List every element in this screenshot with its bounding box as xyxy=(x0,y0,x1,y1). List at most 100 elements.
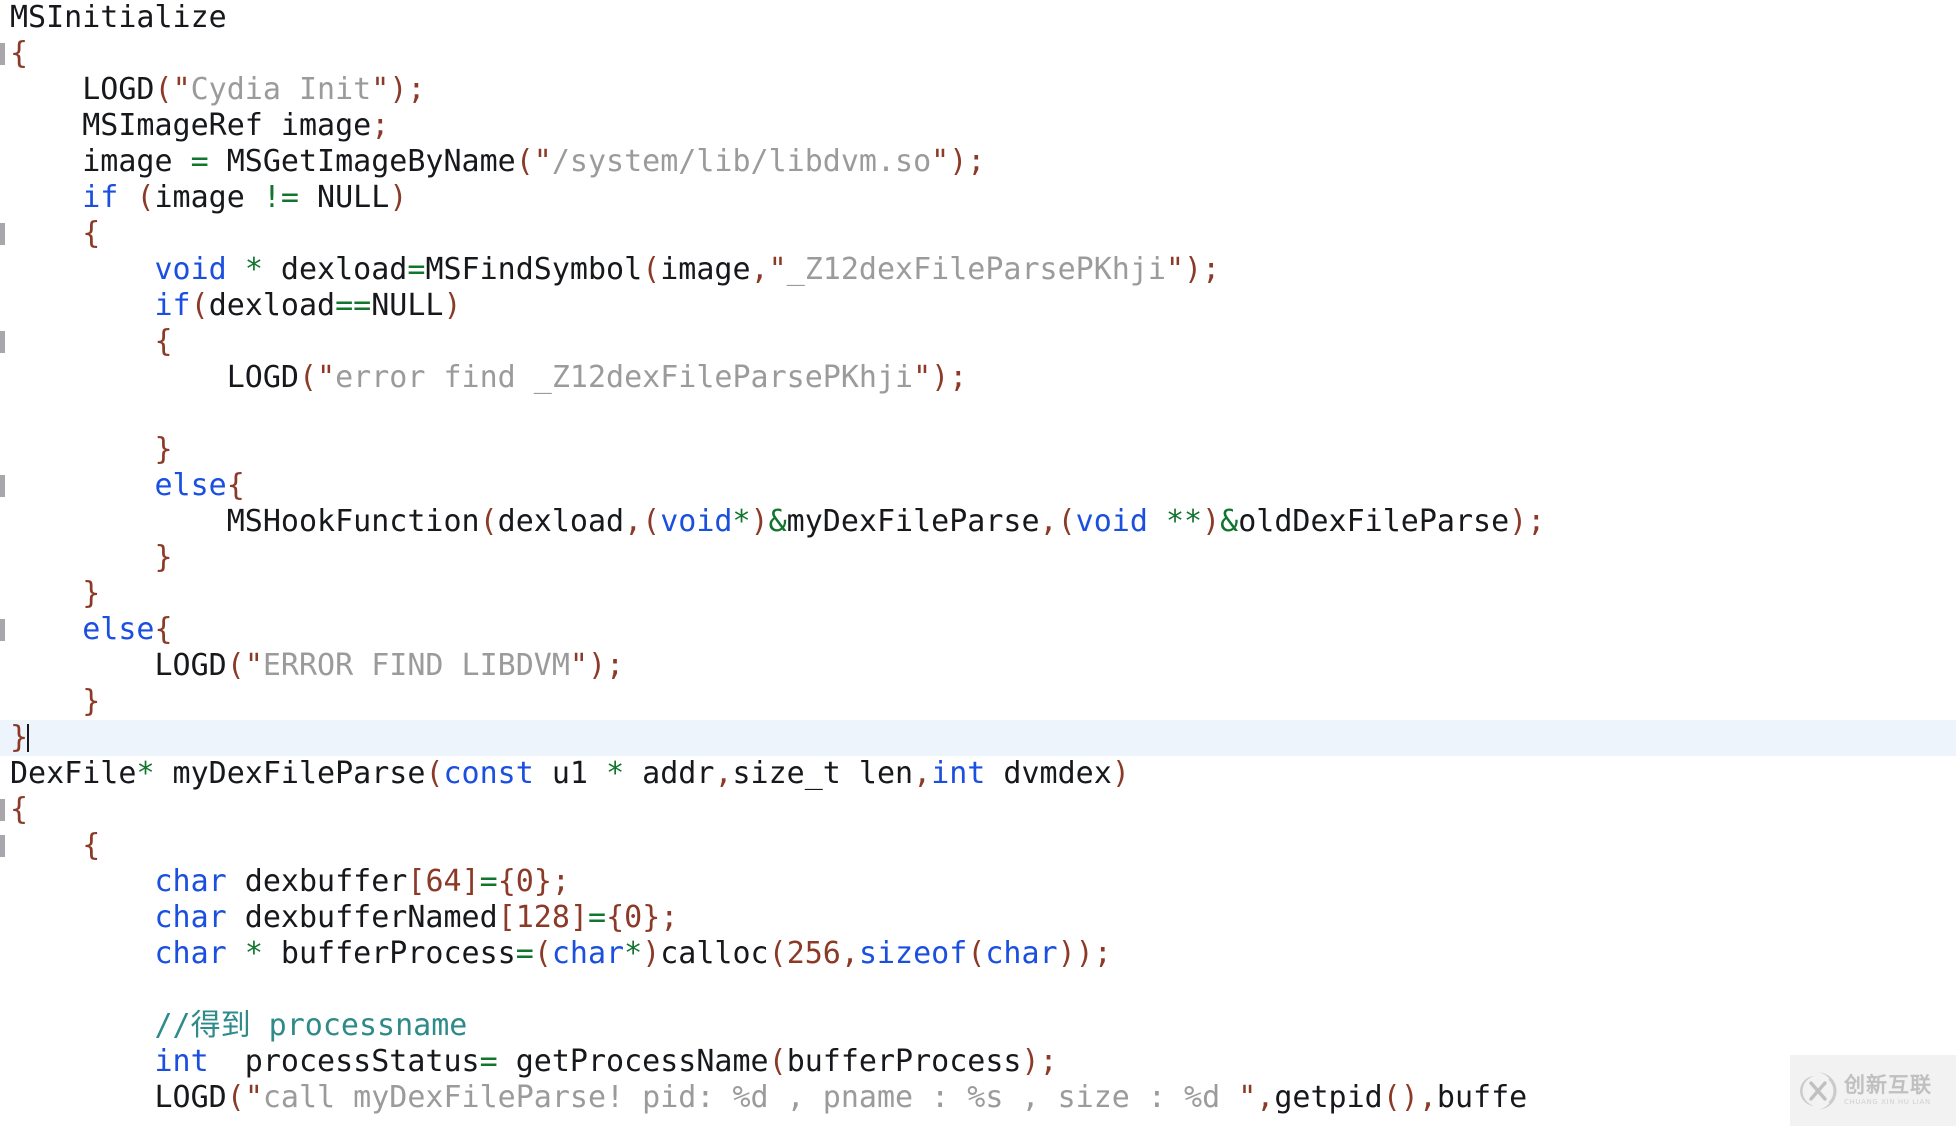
code-line[interactable]: MSImageRef image; xyxy=(0,108,1956,144)
code-token-punct: ); xyxy=(1021,1044,1058,1079)
code-line[interactable]: { xyxy=(0,216,1956,252)
code-token-plain: NULL xyxy=(299,180,390,215)
code-line[interactable]: char dexbuffer[64]={0}; xyxy=(0,864,1956,900)
code-line[interactable]: } xyxy=(0,576,1956,612)
code-token-punct: , xyxy=(714,756,733,791)
code-line[interactable]: LOGD("call myDexFileParse! pid: %d , pna… xyxy=(0,1080,1956,1116)
code-fold-marker-icon[interactable] xyxy=(0,223,5,245)
code-token-punct: ] xyxy=(461,864,480,899)
code-token-punct: ) xyxy=(389,180,408,215)
code-token-plain: dexbuffer xyxy=(226,864,408,899)
code-token-plain: NULL xyxy=(371,288,444,323)
code-token-punct: ( xyxy=(967,936,986,971)
code-token-op: * xyxy=(606,756,625,791)
code-line[interactable]: } xyxy=(0,684,1956,720)
code-token-punct: " xyxy=(569,648,588,683)
code-line[interactable]: { xyxy=(0,36,1956,72)
code-fold-marker-icon[interactable] xyxy=(0,799,5,821)
code-token-punct: ,( xyxy=(1039,504,1076,539)
code-fold-marker-icon[interactable] xyxy=(0,475,5,497)
code-line[interactable]: int processStatus= getProcessName(buffer… xyxy=(0,1044,1956,1080)
code-token-punct: , xyxy=(840,936,859,971)
code-fold-marker-icon[interactable] xyxy=(0,43,5,65)
code-token-plain: LOGD xyxy=(10,1080,227,1115)
code-line[interactable]: MSInitialize xyxy=(0,0,1956,36)
code-line[interactable]: { xyxy=(0,792,1956,828)
code-token-punct: ) xyxy=(443,288,462,323)
text-caret xyxy=(27,724,30,752)
code-token-kw: sizeof xyxy=(858,936,968,971)
code-token-punct: , xyxy=(1418,1080,1437,1115)
code-token-punct: ] xyxy=(569,900,588,935)
code-token-kw: int xyxy=(154,1044,209,1079)
code-line[interactable]: char * bufferProcess=(char*)calloc(256,s… xyxy=(0,936,1956,972)
code-token-punct: ) xyxy=(750,504,769,539)
code-line[interactable]: MSHookFunction(dexload,(void*)&myDexFile… xyxy=(0,504,1956,540)
code-line[interactable]: } xyxy=(0,432,1956,468)
code-line[interactable]: } xyxy=(0,540,1956,576)
code-token-punct: ( xyxy=(533,936,552,971)
code-line[interactable]: { xyxy=(0,324,1956,360)
code-line[interactable] xyxy=(0,396,1956,432)
code-token-kw: else xyxy=(82,612,155,647)
code-token-punct: { xyxy=(10,792,29,827)
code-token-punct: { xyxy=(82,216,101,251)
code-token-punct: () xyxy=(1382,1080,1419,1115)
code-line[interactable] xyxy=(0,972,1956,1008)
code-token-str: call myDexFileParse! pid: %d , pname : %… xyxy=(262,1080,1239,1115)
code-token-op: * xyxy=(244,936,263,971)
code-line[interactable]: if (image != NULL) xyxy=(0,180,1956,216)
code-line[interactable]: void * dexload=MSFindSymbol(image,"_Z12d… xyxy=(0,252,1956,288)
code-fold-marker-icon[interactable] xyxy=(0,331,5,353)
code-token-punct: " xyxy=(244,1080,263,1115)
code-token-punct: { xyxy=(606,900,625,935)
code-token-punct: { xyxy=(10,36,29,71)
code-line[interactable]: else{ xyxy=(0,468,1956,504)
code-text-area[interactable]: MSInitialize{ LOGD("Cydia Init"); MSImag… xyxy=(0,0,1956,1126)
code-token-punct: ( xyxy=(425,756,444,791)
code-token-punct: " xyxy=(1238,1080,1257,1115)
code-line[interactable]: image = MSGetImageByName("/system/lib/li… xyxy=(0,144,1956,180)
code-token-op: = xyxy=(479,1044,498,1079)
code-token-plain: image xyxy=(660,252,751,287)
code-token-plain: getProcessName xyxy=(497,1044,769,1079)
code-line[interactable]: LOGD("Cydia Init"); xyxy=(0,72,1956,108)
code-fold-marker-icon[interactable] xyxy=(0,835,5,857)
code-line[interactable]: { xyxy=(0,828,1956,864)
code-line[interactable]: if(dexload==NULL) xyxy=(0,288,1956,324)
code-fold-marker-icon[interactable] xyxy=(0,619,5,641)
code-token-punct: " xyxy=(913,360,932,395)
code-editor[interactable]: MSInitialize{ LOGD("Cydia Init"); MSImag… xyxy=(0,0,1956,1126)
code-token-op: = xyxy=(515,936,534,971)
code-line[interactable]: LOGD("ERROR FIND LIBDVM"); xyxy=(0,648,1956,684)
code-token-punct: ( xyxy=(190,288,209,323)
code-token-str: error find _Z12dexFileParsePKhji xyxy=(335,360,914,395)
code-line[interactable]: LOGD("error find _Z12dexFileParsePKhji")… xyxy=(0,360,1956,396)
code-token-plain: size_t len xyxy=(732,756,914,791)
watermark-cn-text: 创新互联 xyxy=(1844,1073,1932,1097)
code-line[interactable]: else{ xyxy=(0,612,1956,648)
code-token-punct: } xyxy=(82,684,101,719)
code-token-punct: ); xyxy=(949,144,986,179)
code-token-plain: processStatus xyxy=(208,1044,480,1079)
code-line[interactable]: //得到 processname xyxy=(0,1008,1956,1044)
code-token-plain: dexload xyxy=(208,288,336,323)
code-line[interactable]: } xyxy=(0,720,1956,756)
code-token-num: 256 xyxy=(786,936,841,971)
code-line[interactable]: char dexbufferNamed[128]={0}; xyxy=(0,900,1956,936)
code-token-punct: } xyxy=(10,720,29,755)
code-token-op: = xyxy=(190,144,209,179)
code-line[interactable]: DexFile* myDexFileParse(const u1 * addr,… xyxy=(0,756,1956,792)
code-token-punct: [ xyxy=(497,900,516,935)
code-token-punct: }; xyxy=(642,900,679,935)
code-token-punct: { xyxy=(154,612,173,647)
code-token-plain: LOGD xyxy=(10,360,299,395)
